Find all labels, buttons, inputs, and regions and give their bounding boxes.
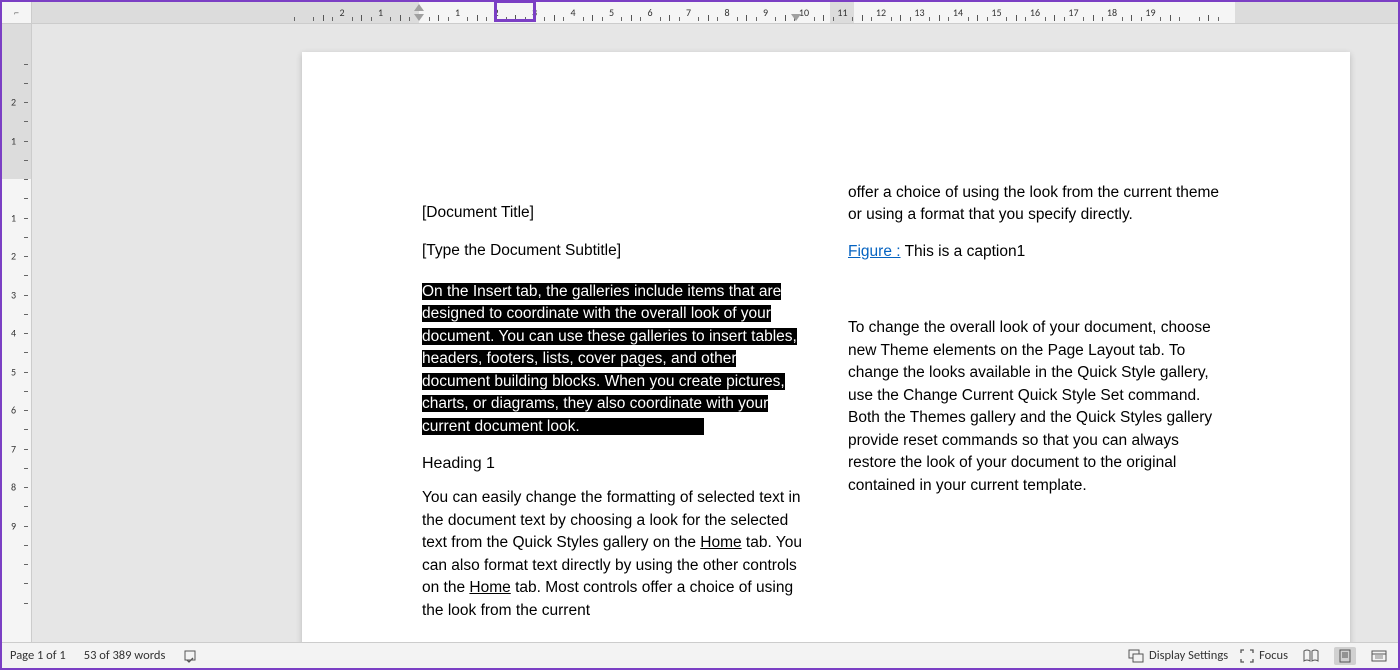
paragraph-2[interactable]: You can easily change the formatting of … xyxy=(422,487,802,622)
figure-link[interactable]: Figure : xyxy=(848,243,901,260)
v-ruler-num: 1 xyxy=(11,211,16,224)
h-ruler-num: 14 xyxy=(953,6,963,19)
h-ruler-num: 12 xyxy=(876,6,886,19)
figure-caption-line[interactable]: Figure : This is a caption1 xyxy=(848,241,1228,263)
focus-button[interactable]: Focus xyxy=(1240,648,1288,663)
display-settings-button[interactable]: Display Settings xyxy=(1128,648,1228,663)
col2-main-para[interactable]: To change the overall look of your docum… xyxy=(848,317,1228,497)
h-ruler-num: 2 xyxy=(493,6,498,19)
h-ruler-num: 13 xyxy=(914,6,924,19)
status-bar: Page 1 of 1 53 of 389 words Display Sett… xyxy=(2,642,1398,668)
word-count-status[interactable]: 53 of 389 words xyxy=(84,648,166,663)
page: [Document Title] [Type the Document Subt… xyxy=(302,52,1350,642)
v-ruler-num: 3 xyxy=(11,288,16,301)
figure-caption-text: This is a caption1 xyxy=(901,243,1026,260)
page-number-status[interactable]: Page 1 of 1 xyxy=(10,648,66,663)
h-ruler-num: 1 xyxy=(378,6,383,19)
h-ruler-num: 19 xyxy=(1145,6,1155,19)
v-ruler-num: 5 xyxy=(11,365,16,378)
h-ruler-num: 7 xyxy=(686,6,691,19)
document-title[interactable]: [Document Title] xyxy=(422,202,802,224)
h-ruler-num: 3 xyxy=(532,6,537,19)
focus-icon xyxy=(1240,649,1254,663)
h-ruler-num: 2 xyxy=(339,6,344,19)
h-ruler-num: 17 xyxy=(1068,6,1078,19)
h-ruler-num: 9 xyxy=(763,6,768,19)
h-ruler-num: 16 xyxy=(1030,6,1040,19)
vertical-ruler[interactable]: 2 1 1 2 3 4 5 6 7 8 9 xyxy=(2,24,32,642)
h-ruler-num: 1 xyxy=(455,6,460,19)
display-settings-label: Display Settings xyxy=(1149,648,1228,663)
read-mode-button[interactable] xyxy=(1300,647,1322,665)
horizontal-ruler[interactable]: 2112345678910111213141516171819 xyxy=(32,2,1398,24)
print-layout-button[interactable] xyxy=(1334,647,1356,665)
display-settings-icon xyxy=(1128,649,1144,663)
home-link-1[interactable]: Home xyxy=(700,534,741,551)
v-ruler-num: 7 xyxy=(11,442,16,455)
focus-label: Focus xyxy=(1259,648,1288,663)
h-ruler-num: 6 xyxy=(647,6,652,19)
document-subtitle[interactable]: [Type the Document Subtitle] xyxy=(422,240,802,262)
v-ruler-num: 6 xyxy=(11,404,16,417)
spell-check-icon[interactable] xyxy=(183,648,199,664)
selection-trailing xyxy=(580,418,704,435)
v-ruler-num: 4 xyxy=(11,327,16,340)
v-ruler-num: 2 xyxy=(11,250,16,263)
heading-1[interactable]: Heading 1 xyxy=(422,452,802,475)
hanging-indent-marker[interactable] xyxy=(791,14,801,22)
h-ruler-num: 15 xyxy=(991,6,1001,19)
h-ruler-num: 18 xyxy=(1107,6,1117,19)
v-ruler-num: 8 xyxy=(11,481,16,494)
h-ruler-num: 5 xyxy=(609,6,614,19)
ruler-corner[interactable]: ⌐ xyxy=(2,2,32,24)
h-ruler-num: 4 xyxy=(570,6,575,19)
selected-text: On the Insert tab, the galleries include… xyxy=(422,283,797,435)
v-ruler-num: 2 xyxy=(11,96,16,109)
col2-top-para[interactable]: offer a choice of using the look from th… xyxy=(848,182,1228,227)
v-ruler-num: 1 xyxy=(11,134,16,147)
h-ruler-num: 11 xyxy=(837,6,847,19)
home-link-2[interactable]: Home xyxy=(469,579,510,596)
selected-paragraph[interactable]: On the Insert tab, the galleries include… xyxy=(422,281,802,438)
hanging-indent-marker[interactable] xyxy=(414,14,424,22)
h-ruler-num: 8 xyxy=(724,6,729,19)
document-canvas[interactable]: [Document Title] [Type the Document Subt… xyxy=(32,24,1398,642)
v-ruler-num: 9 xyxy=(11,519,16,532)
tab-stop-icon: ⌐ xyxy=(14,6,19,19)
web-layout-button[interactable] xyxy=(1368,647,1390,665)
first-line-indent-marker[interactable] xyxy=(414,3,424,11)
